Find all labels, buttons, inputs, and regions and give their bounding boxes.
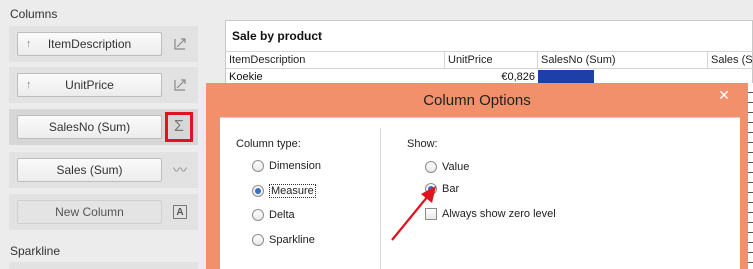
sparkline-wave-icon[interactable]: 〰: [169, 159, 191, 181]
grid-header-unitprice[interactable]: UnitPrice: [445, 51, 538, 69]
column-button-salesno-sum[interactable]: SalesNo (Sum): [17, 115, 162, 139]
column-button-label: Sales (Sum): [56, 163, 123, 177]
column-button-label: New Column: [55, 205, 124, 219]
grid-title: Sale by product: [232, 29, 323, 43]
radio-icon: [252, 160, 264, 172]
radio-dimension[interactable]: Dimension: [252, 160, 321, 172]
grid-header-salesno-sum[interactable]: SalesNo (Sum): [538, 51, 708, 69]
new-column-button[interactable]: New Column: [17, 200, 162, 224]
sort-ascending-icon: ↑: [26, 38, 32, 50]
sum-icon[interactable]: Σ: [165, 112, 193, 142]
radio-label: Delta: [269, 209, 295, 221]
dialog-title: Column Options: [423, 91, 531, 109]
radio-label: Measure: [269, 184, 316, 198]
column-row-itemdescription: ↑ ItemDescription: [9, 26, 198, 62]
sparkline-section-label: Sparkline: [10, 244, 61, 258]
text-a-icon[interactable]: A: [169, 201, 191, 223]
grid-header-sales-sum[interactable]: Sales (S: [708, 51, 753, 69]
sort-toggle-icon[interactable]: [169, 33, 191, 55]
radio-delta[interactable]: Delta: [252, 209, 295, 221]
dialog-body: Column type: Dimension Measure Delta Spa…: [220, 117, 740, 269]
text-a-glyph: A: [173, 205, 187, 219]
radio-label: Dimension: [269, 160, 321, 172]
radio-label: Value: [442, 161, 470, 173]
column-row-new-column: New Column A: [9, 194, 198, 230]
close-icon[interactable]: ✕: [709, 85, 739, 105]
radio-icon: [252, 209, 264, 221]
red-annotation-arrow-icon: [391, 186, 436, 241]
radio-label: Bar: [442, 183, 460, 195]
sparkline-row: [9, 262, 198, 269]
column-row-sales-sum: Sales (Sum) 〰: [9, 152, 198, 188]
sort-ascending-icon: ↑: [26, 79, 32, 91]
show-label: Show:: [407, 138, 438, 150]
radio-icon: [425, 161, 437, 173]
radio-show-value[interactable]: Value: [425, 161, 469, 173]
zero-level-checkbox[interactable]: Always show zero level: [425, 208, 556, 220]
column-button-label: ItemDescription: [47, 37, 132, 51]
column-list-panel: Columns ↑ ItemDescription ↑ UnitPrice Sa…: [0, 0, 206, 269]
grid-header-itemdescription[interactable]: ItemDescription: [226, 51, 445, 69]
salesno-data-bar: [538, 70, 594, 84]
column-type-label: Column type:: [236, 138, 301, 150]
radio-sparkline[interactable]: Sparkline: [252, 234, 315, 246]
column-button-itemdescription[interactable]: ↑ ItemDescription: [17, 32, 162, 56]
column-divider: [380, 128, 381, 269]
column-button-label: UnitPrice: [65, 78, 114, 92]
radio-label: Sparkline: [269, 234, 315, 246]
sort-toggle-icon[interactable]: [169, 74, 191, 96]
radio-selected-icon: [252, 185, 264, 197]
radio-measure[interactable]: Measure: [252, 184, 316, 198]
radio-icon: [252, 234, 264, 246]
column-options-dialog: Column Options ✕ Column type: Dimension …: [206, 83, 748, 269]
column-button-sales-sum[interactable]: Sales (Sum): [17, 158, 162, 182]
columns-section-label: Columns: [10, 7, 58, 21]
checkbox-label: Always show zero level: [442, 208, 556, 220]
column-button-label: SalesNo (Sum): [48, 120, 131, 134]
column-row-unitprice: ↑ UnitPrice: [9, 67, 198, 103]
column-row-salesno-sum: SalesNo (Sum) Σ: [9, 109, 198, 145]
column-button-unitprice[interactable]: ↑ UnitPrice: [17, 73, 162, 97]
